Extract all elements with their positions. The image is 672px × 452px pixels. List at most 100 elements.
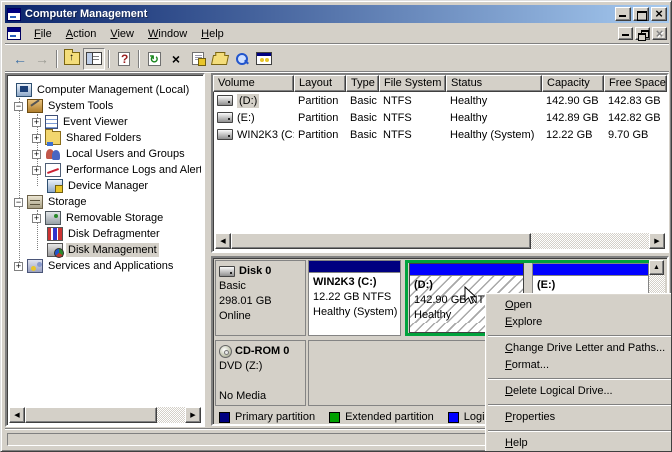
mdi-restore-button[interactable] xyxy=(635,27,650,41)
scroll-thumb[interactable] xyxy=(25,407,157,423)
expand-toggle[interactable]: + xyxy=(32,133,41,143)
mdi-minimize-button[interactable] xyxy=(618,27,633,40)
volume-list-horizontal-scrollbar[interactable]: ◀ ▶ xyxy=(215,233,665,249)
menu-separator xyxy=(488,400,671,409)
open-folder-icon xyxy=(210,55,230,65)
help-button[interactable] xyxy=(113,48,135,70)
logical-drive-strip xyxy=(410,264,523,276)
tree-item-label: Performance Logs and Alerts xyxy=(66,164,201,176)
context-menu-item-open[interactable]: Open xyxy=(486,297,671,314)
open-folder-button[interactable] xyxy=(209,48,231,70)
menu-file[interactable]: File xyxy=(27,26,59,42)
forward-arrow-icon: → xyxy=(35,50,49,67)
column-header-layout[interactable]: Layout xyxy=(294,75,346,92)
tree-item-label: Event Viewer xyxy=(63,116,128,128)
console-tree: Computer Management (Local) − System Tools… xyxy=(9,77,201,407)
mdi-child-icon[interactable] xyxy=(7,27,21,40)
column-header-volume[interactable]: Volume xyxy=(213,75,294,92)
sidebar-item-computer-management-local[interactable]: Computer Management (Local) xyxy=(9,82,201,98)
volume-icon xyxy=(217,112,233,123)
scroll-track[interactable] xyxy=(531,233,649,249)
search-button[interactable] xyxy=(231,48,253,70)
context-menu-item-change-drive-letter-and-paths[interactable]: Change Drive Letter and Paths... xyxy=(486,340,671,357)
maximize-button[interactable] xyxy=(633,7,649,21)
up-folder-button[interactable] xyxy=(61,48,83,70)
sidebar-item-storage[interactable]: − Storage xyxy=(9,194,201,210)
context-menu: Open Explore Change Drive Letter and Paths… xyxy=(485,293,671,451)
minimize-button[interactable] xyxy=(615,7,631,21)
back-arrow-button[interactable]: ← xyxy=(9,48,31,70)
expand-toggle[interactable]: + xyxy=(32,165,41,175)
cell-volume: (E:) xyxy=(213,109,294,126)
delete-button[interactable]: × xyxy=(165,48,187,70)
volume-row-d[interactable]: (D:) Partition Basic NTFS Healthy 142.90 GB 14… xyxy=(213,92,667,109)
tree-item-label: Disk Defragmenter xyxy=(68,228,160,240)
refresh-icon xyxy=(147,51,161,66)
partition-c-size: 12.22 GB NTFS xyxy=(313,291,392,303)
tree-item-label: Disk Management xyxy=(66,243,159,257)
context-menu-item-delete-logical-drive[interactable]: Delete Logical Drive... xyxy=(486,383,671,400)
cell-free-space: 142.83 GB xyxy=(608,94,661,107)
storage-icon xyxy=(27,195,43,209)
collapse-toggle[interactable]: − xyxy=(14,101,23,111)
partition-c-name: WIN2K3 (C:) xyxy=(313,276,377,288)
menu-separator xyxy=(488,374,671,383)
tree-item-label: Services and Applications xyxy=(48,260,174,272)
context-menu-item-help[interactable]: Help xyxy=(486,435,671,451)
title-bar[interactable]: Computer Management xyxy=(5,5,669,23)
context-menu-item-format[interactable]: Format... xyxy=(486,357,671,374)
column-header-type[interactable]: Type xyxy=(346,75,379,92)
tree-item-label: Local Users and Groups xyxy=(66,148,185,160)
menu-window[interactable]: Window xyxy=(141,26,194,42)
volume-name: (E:) xyxy=(237,111,255,124)
partition-e-name: (E:) xyxy=(537,279,556,291)
up-folder-icon xyxy=(64,49,80,65)
scroll-left-button[interactable]: ◀ xyxy=(9,407,25,423)
tree-connector-line xyxy=(19,98,20,266)
collapse-toggle[interactable]: − xyxy=(14,197,23,207)
show-console-tree-button[interactable] xyxy=(83,47,105,70)
scroll-up-button[interactable]: ▲ xyxy=(649,260,664,275)
column-header-free-space[interactable]: Free Space xyxy=(604,75,667,92)
volume-row-win2k3-c[interactable]: WIN2K3 (C:) Partition Basic NTFS Healthy (Sy… xyxy=(213,126,667,143)
legend-label: Primary partition xyxy=(235,411,316,423)
menu-separator xyxy=(488,426,671,435)
scroll-track[interactable] xyxy=(157,407,185,423)
column-header-file-system[interactable]: File System xyxy=(379,75,446,92)
scroll-right-button[interactable]: ▶ xyxy=(649,233,665,249)
tree-horizontal-scrollbar[interactable]: ◀ ▶ xyxy=(9,407,201,423)
expand-toggle[interactable]: + xyxy=(32,213,41,223)
cell-free-space: 9.70 GB xyxy=(608,128,649,141)
tree-item-label: Removable Storage xyxy=(66,212,164,224)
context-menu-item-explore[interactable]: Explore xyxy=(486,314,671,331)
forward-arrow-button[interactable]: → xyxy=(31,48,53,70)
scroll-thumb[interactable] xyxy=(231,233,531,249)
partition-c[interactable]: WIN2K3 (C:) 12.22 GB NTFS Healthy (Syste… xyxy=(308,260,401,336)
cdrom-name: CD-ROM 0 xyxy=(235,345,290,357)
window-title: Computer Management xyxy=(25,8,148,20)
menu-action[interactable]: Action xyxy=(59,26,104,42)
close-button[interactable] xyxy=(651,7,667,21)
sidebar-item-services-and-applications[interactable]: + Services and Applications xyxy=(9,258,201,274)
expand-toggle[interactable]: + xyxy=(32,149,41,159)
cdrom-label-cell[interactable]: CD-ROM 0 DVD (Z:) No Media xyxy=(215,340,306,406)
expand-toggle[interactable]: + xyxy=(14,261,23,271)
context-menu-item-properties[interactable]: Properties xyxy=(486,409,671,426)
cell-layout: Partition xyxy=(298,128,339,141)
menu-help[interactable]: Help xyxy=(194,26,231,42)
column-header-status[interactable]: Status xyxy=(446,75,542,92)
scroll-left-button[interactable]: ◀ xyxy=(215,233,231,249)
sidebar-item-system-tools[interactable]: − System Tools xyxy=(9,98,201,114)
cell-type: Basic xyxy=(350,128,377,141)
refresh-button[interactable] xyxy=(143,48,165,70)
toolbar: ← → × xyxy=(5,46,669,72)
disk0-label-cell[interactable]: Disk 0 Basic 298.01 GB Online xyxy=(215,260,306,336)
menu-view[interactable]: View xyxy=(103,26,141,42)
users-icon xyxy=(45,147,61,161)
column-header-capacity[interactable]: Capacity xyxy=(542,75,604,92)
expand-toggle[interactable]: + xyxy=(32,117,41,127)
volume-row-e[interactable]: (E:) Partition Basic NTFS Healthy 142.89 GB 14… xyxy=(213,109,667,126)
properties-button[interactable] xyxy=(187,48,209,70)
scroll-right-button[interactable]: ▶ xyxy=(185,407,201,423)
console-window-button[interactable] xyxy=(253,48,275,70)
